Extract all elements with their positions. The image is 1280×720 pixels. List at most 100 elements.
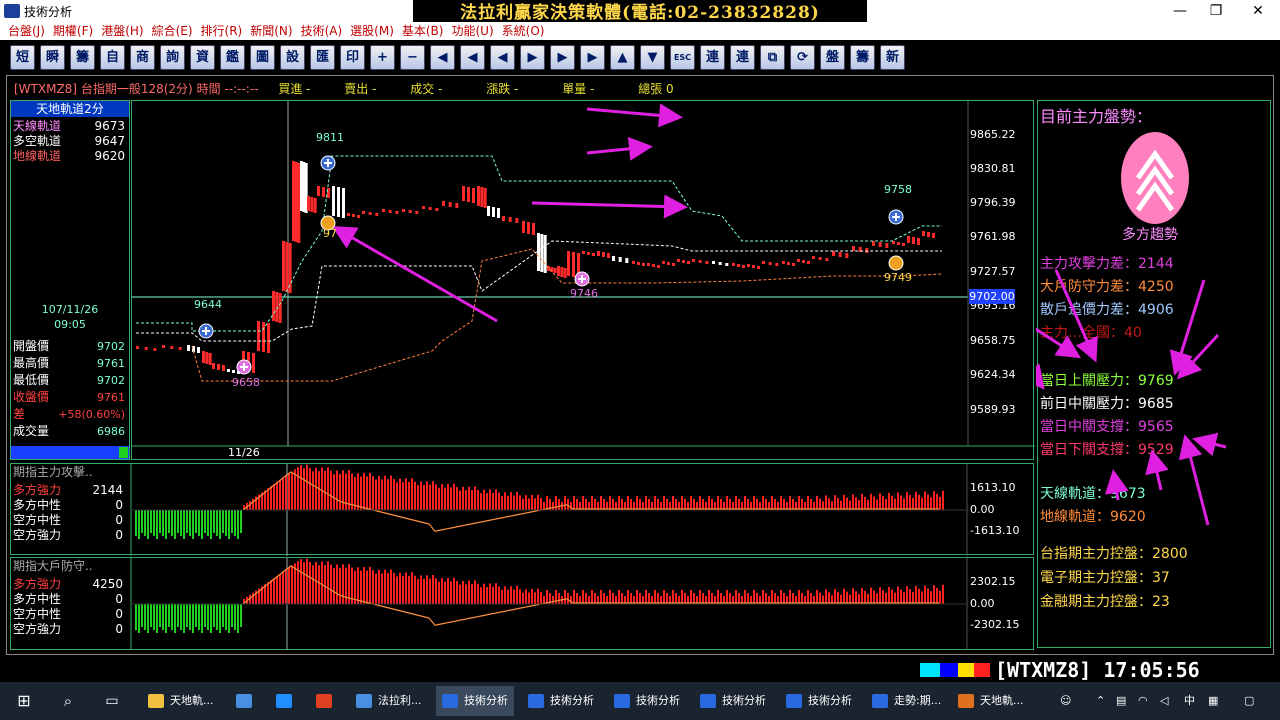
taskbar-app[interactable]: 天地軌... — [148, 686, 214, 716]
toolbar-button[interactable]: 商 — [130, 45, 155, 70]
toolbar-button[interactable]: 連 — [700, 45, 725, 70]
app-icon — [700, 694, 716, 708]
histogram-bar — [285, 569, 287, 604]
y-tick-label: 9761.98 — [970, 230, 1016, 243]
toolbar-button[interactable]: 匯 — [310, 45, 335, 70]
toolbar-button[interactable]: − — [400, 45, 425, 70]
histogram-bar — [168, 604, 170, 627]
menu-item[interactable]: 基本(B) — [402, 22, 444, 40]
people-icon[interactable]: ☺ — [1060, 686, 1076, 716]
taskbar-app[interactable]: 法拉利... — [356, 686, 422, 716]
toolbar-button[interactable]: ▲ — [610, 45, 635, 70]
candle — [402, 209, 405, 212]
ime-indicator[interactable]: 中 — [1184, 686, 1200, 716]
toolbar-button[interactable]: ▶ — [520, 45, 545, 70]
toolbar-button[interactable]: 鑑 — [220, 45, 245, 70]
minimize-button[interactable]: — — [1168, 2, 1192, 20]
histogram-bar — [522, 498, 524, 510]
taskbar-app[interactable] — [276, 686, 298, 716]
volume-icon[interactable]: ◁ — [1160, 686, 1176, 716]
keyboard-icon[interactable]: ▦ — [1208, 686, 1224, 716]
toolbar-button[interactable]: 盤 — [820, 45, 845, 70]
scroll-thumb[interactable] — [119, 447, 128, 458]
toolbar-button[interactable]: ◀ — [490, 45, 515, 70]
toolbar-button[interactable]: 圖 — [250, 45, 275, 70]
maximize-button[interactable]: ❐ — [1204, 2, 1228, 20]
candle — [208, 353, 212, 365]
menu-item[interactable]: 新聞(N) — [250, 22, 292, 40]
attack-indicator-panel[interactable] — [10, 463, 1034, 556]
taskbar-app[interactable]: 走勢:期... — [872, 686, 941, 716]
defense-indicator-panel[interactable] — [10, 557, 1034, 650]
toolbar-button[interactable]: 詢 — [160, 45, 185, 70]
toolbar-button[interactable]: 籌 — [850, 45, 875, 70]
histogram-bar — [519, 589, 521, 604]
signal-marker — [888, 255, 904, 271]
toolbar-button[interactable]: 自 — [100, 45, 125, 70]
menu-item[interactable]: 期權(F) — [53, 22, 93, 40]
price-chart[interactable]: 9811 9644 9658 9746 9758 9749 97 — [131, 100, 1035, 460]
wifi-icon[interactable]: ◠ — [1138, 686, 1154, 716]
toolbar-button[interactable]: 設 — [280, 45, 305, 70]
histogram-bar — [444, 487, 446, 510]
search-icon[interactable]: ⌕ — [56, 686, 80, 716]
candle — [543, 235, 547, 273]
notification-icon[interactable]: ▢ — [1244, 686, 1260, 716]
toolbar-button[interactable]: 資 — [190, 45, 215, 70]
network-icon[interactable]: ▤ — [1116, 686, 1132, 716]
toolbar-button[interactable]: 籌 — [70, 45, 95, 70]
taskbar-app[interactable] — [316, 686, 338, 716]
taskbar-app[interactable]: 技術分析 — [436, 686, 514, 716]
indicator-label: 多方強力 — [13, 483, 62, 497]
histogram-bar — [546, 590, 548, 604]
toolbar-button[interactable]: 印 — [340, 45, 365, 70]
histogram-bar — [672, 590, 674, 604]
menu-item[interactable]: 技術(A) — [301, 22, 343, 40]
y-tick-label: 0.00 — [970, 597, 995, 610]
histogram-bar — [213, 510, 215, 533]
candle — [775, 263, 779, 266]
toolbar-button[interactable]: 連 — [730, 45, 755, 70]
toolbar-button[interactable]: ESC — [670, 45, 695, 70]
quote-row: 差 +58(0.60%) — [13, 407, 125, 422]
toolbar-button[interactable]: ⧉ — [760, 45, 785, 70]
start-button[interactable]: ⊞ — [12, 686, 36, 716]
taskbar-app[interactable] — [236, 686, 258, 716]
taskbar-app[interactable]: 技術分析 — [700, 686, 766, 716]
histogram-bar — [555, 496, 557, 510]
windows-taskbar: ⊞ ⌕ ▭ 天地軌... 法拉利... 技術分析 技術分析 技術分析 技術分析 技術分析 走勢… — [0, 682, 1280, 720]
task-view-icon[interactable]: ▭ — [100, 686, 124, 716]
histogram-bar — [783, 593, 785, 604]
taskbar-app[interactable]: 天地軌... — [958, 686, 1024, 716]
toolbar-button[interactable]: ▶ — [550, 45, 575, 70]
taskbar-app[interactable]: 技術分析 — [614, 686, 680, 716]
toolbar-button[interactable]: ▶ — [580, 45, 605, 70]
indicator-label: 空方中性 — [13, 607, 62, 621]
menu-item[interactable]: 選股(M) — [350, 22, 394, 40]
toolbar-button[interactable]: ◀ — [430, 45, 455, 70]
track-row: 多空軌道 9647 — [13, 134, 125, 149]
menu-item[interactable]: 功能(U) — [451, 22, 493, 40]
toolbar-button[interactable]: ◀ — [460, 45, 485, 70]
toolbar-button[interactable]: ⟳ — [790, 45, 815, 70]
toolbar-button[interactable]: ▼ — [640, 45, 665, 70]
toolbar-button[interactable]: 新 — [880, 45, 905, 70]
menu-item[interactable]: 排行(R) — [201, 22, 243, 40]
taskbar-app[interactable]: 技術分析 — [786, 686, 852, 716]
candle — [718, 262, 722, 265]
toolbar-button[interactable]: + — [370, 45, 395, 70]
menu-item[interactable]: 台盤(J) — [8, 22, 45, 40]
scroll-bar[interactable] — [11, 446, 129, 459]
toolbar-button[interactable]: 瞬 — [40, 45, 65, 70]
menu-item[interactable]: 綜合(E) — [152, 22, 193, 40]
close-button[interactable]: ✕ — [1246, 2, 1270, 20]
toolbar-button[interactable]: 短 — [10, 45, 35, 70]
app-icon — [276, 694, 292, 708]
menu-item[interactable]: 港盤(H) — [101, 22, 143, 40]
menu-item[interactable]: 系統(O) — [502, 22, 545, 40]
taskbar-app[interactable]: 技術分析 — [528, 686, 594, 716]
histogram-bar — [507, 589, 509, 604]
candle — [550, 267, 554, 272]
tray-chevron-icon[interactable]: ⌃ — [1096, 686, 1110, 716]
histogram-bar — [375, 479, 377, 510]
